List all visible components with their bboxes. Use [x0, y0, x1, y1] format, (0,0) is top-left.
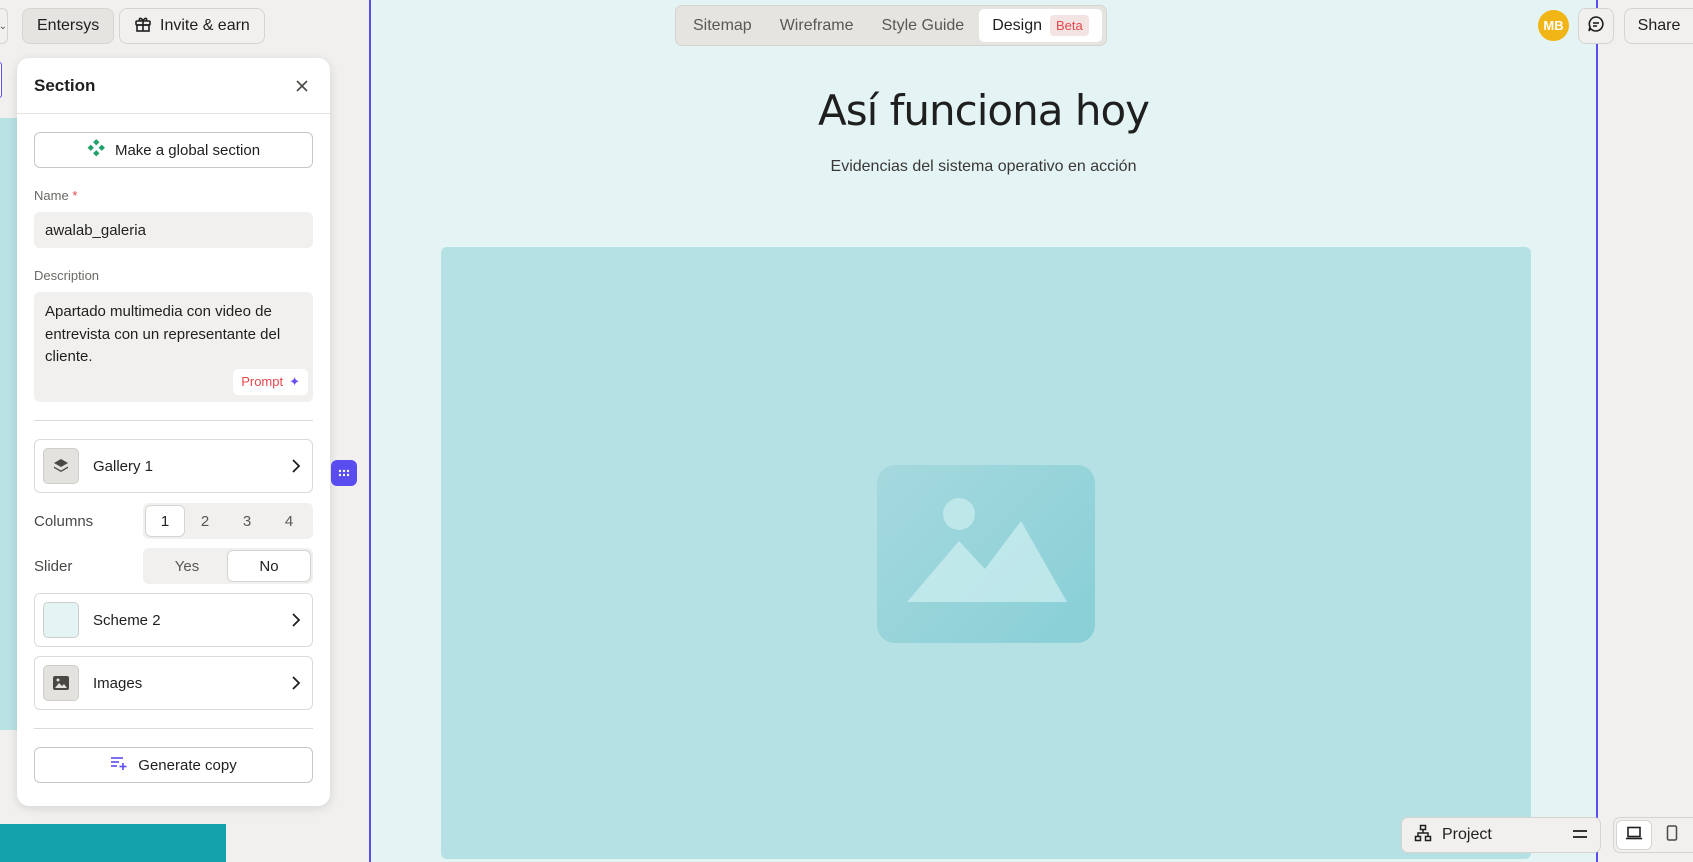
- image-placeholder-icon: [877, 465, 1095, 643]
- images-selector[interactable]: Images: [34, 656, 313, 710]
- name-label-text: Name: [34, 188, 69, 203]
- view-tabs: Sitemap Wireframe Style Guide Design Bet…: [675, 5, 1107, 46]
- tab-label: Style Guide: [881, 16, 965, 34]
- color-scheme-selector[interactable]: Scheme 2: [34, 593, 313, 647]
- columns-option-1[interactable]: 1: [146, 506, 184, 536]
- generate-copy-label: Generate copy: [138, 756, 237, 774]
- tab-wireframe[interactable]: Wireframe: [767, 9, 867, 42]
- generate-copy-button[interactable]: Generate copy: [34, 747, 313, 783]
- chevron-right-icon: [288, 612, 304, 628]
- name-field[interactable]: awalab_galeria: [34, 212, 313, 248]
- description-label: Description: [34, 268, 100, 283]
- make-global-section-button[interactable]: Make a global section: [34, 132, 313, 168]
- divider: [34, 728, 313, 729]
- sitemap-icon: [1414, 824, 1432, 847]
- scheme-label: Scheme 2: [93, 611, 161, 629]
- component-selector[interactable]: Gallery 1: [34, 439, 313, 493]
- columns-option-2[interactable]: 2: [184, 506, 226, 536]
- component-icon: [87, 139, 105, 161]
- columns-row: Columns 1 2 3 4: [34, 503, 313, 539]
- columns-option-3[interactable]: 3: [226, 506, 268, 536]
- global-button-label: Make a global section: [114, 141, 261, 159]
- name-label: Name *: [34, 188, 313, 203]
- comments-button[interactable]: [1578, 8, 1614, 44]
- mobile-view-button[interactable]: [1655, 821, 1689, 849]
- gift-icon: [134, 15, 152, 38]
- left-edge-tab[interactable]: [0, 62, 2, 98]
- workspace-label: Entersys: [37, 17, 100, 34]
- slider-row: Slider Yes No: [34, 548, 313, 584]
- divider: [34, 420, 313, 421]
- component-label: Gallery 1: [93, 457, 154, 475]
- beta-badge: Beta: [1050, 15, 1089, 36]
- prompt-button[interactable]: Prompt ✦: [233, 369, 308, 395]
- close-icon[interactable]: [292, 76, 312, 96]
- tab-sitemap[interactable]: Sitemap: [680, 9, 765, 42]
- description-text: Apartado multimedia con video de entrevi…: [45, 303, 281, 365]
- invite-label: Invite & earn: [160, 17, 250, 34]
- right-gutter: [1598, 0, 1693, 862]
- section-subtitle[interactable]: Evidencias del sistema operativo en acci…: [369, 158, 1598, 176]
- phone-icon: [1666, 824, 1678, 846]
- tab-label: Wireframe: [779, 16, 854, 34]
- desktop-view-button[interactable]: [1617, 821, 1651, 849]
- device-toggle: [1613, 817, 1693, 853]
- columns-label: Columns: [34, 512, 94, 530]
- layers-icon: [43, 448, 79, 484]
- project-menu-button[interactable]: Project: [1401, 817, 1601, 853]
- tab-label: Design: [992, 16, 1043, 34]
- project-label: Project: [1442, 826, 1492, 843]
- required-marker: *: [72, 188, 78, 203]
- chevron-right-icon: [288, 675, 304, 691]
- slider-option-yes[interactable]: Yes: [146, 551, 228, 581]
- section-settings-panel: Section Make a global section Name * awa…: [17, 58, 330, 806]
- comment-icon: [1586, 14, 1606, 39]
- images-label: Images: [93, 674, 143, 692]
- tab-design[interactable]: Design Beta: [979, 9, 1102, 42]
- slider-option-no[interactable]: No: [228, 551, 310, 581]
- invite-earn-button[interactable]: Invite & earn: [119, 8, 265, 44]
- grid-dots-icon: [338, 464, 350, 482]
- share-button[interactable]: Share: [1624, 8, 1693, 44]
- slider-label: Slider: [34, 557, 73, 575]
- tab-label: Sitemap: [693, 16, 752, 34]
- tab-style-guide[interactable]: Style Guide: [868, 9, 977, 42]
- media-placeholder[interactable]: [441, 247, 1531, 859]
- workspace-button[interactable]: Entersys: [22, 8, 115, 44]
- description-field[interactable]: Apartado multimedia con video de entrevi…: [34, 292, 313, 402]
- prompt-label: Prompt: [241, 373, 284, 389]
- columns-option-4[interactable]: 4: [268, 506, 310, 536]
- avatar[interactable]: MB: [1538, 10, 1569, 41]
- image-icon: [43, 665, 79, 701]
- section-preview-footer: [0, 824, 226, 862]
- section-title[interactable]: Así funciona hoy: [369, 86, 1598, 135]
- workspace-chevron-icon[interactable]: ⌄: [0, 8, 8, 44]
- scheme-swatch: [43, 602, 79, 638]
- chevron-right-icon: [288, 458, 304, 474]
- columns-segmented-control: 1 2 3 4: [143, 503, 313, 539]
- section-handle-button[interactable]: [331, 460, 357, 486]
- sparkle-icon: ✦: [289, 373, 300, 389]
- menu-icon: [1572, 826, 1588, 844]
- panel-title: Section: [34, 75, 96, 95]
- generate-text-icon: [110, 755, 128, 775]
- panel-header: Section: [17, 58, 330, 114]
- laptop-icon: [1625, 826, 1643, 845]
- slider-segmented-control: Yes No: [143, 548, 313, 584]
